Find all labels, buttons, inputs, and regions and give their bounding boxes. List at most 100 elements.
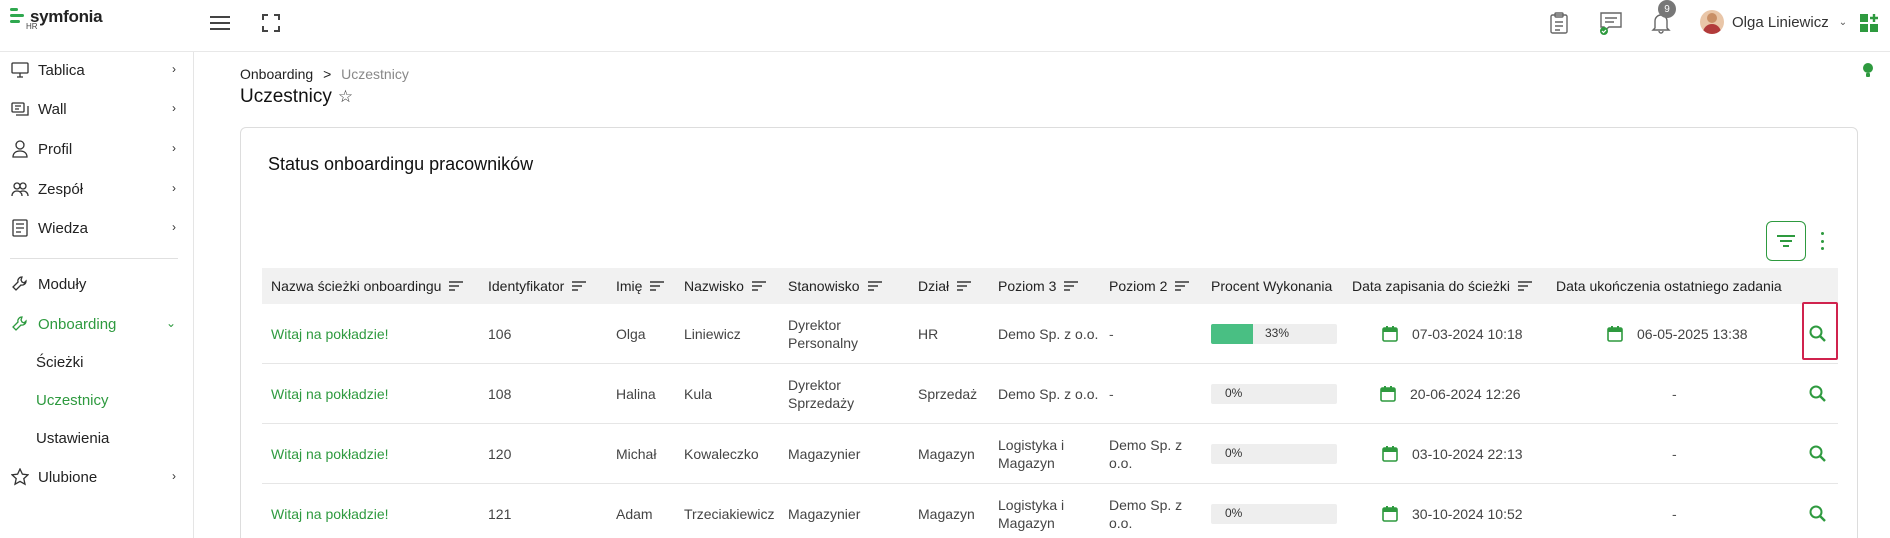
path-link[interactable]: Witaj na pokładzie! — [271, 304, 389, 364]
sidebar-item-zespol[interactable]: Zespół › — [10, 177, 180, 201]
sidebar-item-label: Zespół — [38, 180, 84, 198]
completed-date-cell: 06-05-2025 13:38 — [1607, 304, 1748, 364]
knowledge-icon — [10, 219, 30, 237]
first-name-cell: Michał — [616, 446, 657, 462]
sidebar-subitem-uczestnicy[interactable]: Uczestnicy — [36, 392, 109, 409]
progress-fill — [1211, 324, 1253, 344]
team-icon — [10, 180, 30, 198]
calendar-icon — [1382, 326, 1398, 342]
search-icon[interactable] — [1808, 444, 1828, 464]
enrolled-date-cell: 03-10-2024 22:13 — [1382, 424, 1523, 484]
highlight-box — [1802, 302, 1838, 360]
sidebar-item-profil[interactable]: Profil › — [10, 137, 180, 161]
breadcrumb-parent[interactable]: Onboarding — [240, 66, 313, 82]
dept-cell: Magazyn — [918, 446, 975, 462]
position-cell: Dyrektor Sprzedaży — [788, 377, 855, 411]
brand-name: symfonia — [30, 7, 103, 26]
chat-icon[interactable] — [1598, 10, 1624, 36]
level2-cell: Demo Sp. z o.o. — [1109, 437, 1183, 471]
monitor-icon — [10, 61, 30, 79]
wrench-icon — [10, 275, 30, 293]
id-cell: 120 — [488, 446, 512, 462]
chevron-right-icon: › — [172, 181, 176, 195]
sidebar-item-moduly[interactable]: Moduły — [10, 272, 180, 296]
breadcrumb: Onboarding > Uczestnicy — [240, 66, 409, 82]
card-title: Status onboardingu pracowników — [268, 154, 534, 174]
first-name-cell: Adam — [616, 506, 653, 522]
column-header[interactable]: Nazwisko — [684, 268, 766, 304]
logo-mark-icon — [10, 8, 26, 28]
column-header[interactable]: Imię — [616, 268, 665, 304]
sidebar-item-onboarding[interactable]: Onboarding ⌄ — [10, 312, 180, 336]
column-header[interactable]: Procent Wykonania — [1211, 268, 1332, 304]
sidebar-divider — [10, 258, 178, 259]
sidebar-subitem-sciezki[interactable]: Ścieżki — [36, 354, 84, 371]
search-icon[interactable] — [1808, 384, 1828, 404]
breadcrumb-current: Uczestnicy — [341, 66, 409, 82]
sidebar-item-wall[interactable]: Wall › — [10, 97, 180, 121]
profile-icon — [10, 140, 30, 158]
filter-button[interactable] — [1766, 221, 1806, 261]
sort-icon — [957, 281, 972, 291]
dept-cell: Sprzedaż — [918, 386, 978, 402]
completed-date-cell: - — [1672, 506, 1677, 522]
column-header[interactable]: Nazwa ścieżki onboardingu — [271, 268, 464, 304]
column-header[interactable]: Dział — [918, 268, 972, 304]
chevron-right-icon: › — [172, 101, 176, 115]
top-bar: symfonia HR 9 Olga Liniewicz ⌄ — [0, 0, 1890, 52]
page-title-text: Uczestnicy — [240, 86, 332, 107]
column-header[interactable]: Data zapisania do ścieżki — [1352, 268, 1532, 304]
notification-badge: 9 — [1658, 0, 1676, 18]
progress-bar: 0% — [1211, 384, 1337, 404]
sidebar-subitem-ustawienia[interactable]: Ustawienia — [36, 430, 109, 447]
search-icon[interactable] — [1808, 504, 1828, 524]
progress-bar: 0% — [1211, 444, 1337, 464]
column-header[interactable]: Poziom 3 — [998, 268, 1079, 304]
apps-icon[interactable] — [1856, 10, 1882, 36]
sidebar-item-ulubione[interactable]: Ulubione › — [10, 465, 180, 489]
chevron-down-icon: ⌄ — [165, 316, 176, 330]
lightbulb-icon[interactable] — [1862, 62, 1874, 78]
path-link[interactable]: Witaj na pokładzie! — [271, 484, 389, 538]
enrolled-date-cell: 30-10-2024 10:52 — [1382, 484, 1523, 538]
id-cell: 121 — [488, 506, 512, 522]
fullscreen-icon[interactable] — [258, 10, 284, 36]
chevron-down-icon: ⌄ — [1838, 16, 1848, 28]
calendar-icon — [1382, 506, 1398, 522]
sort-icon — [867, 281, 882, 291]
sidebar-item-label: Tablica — [38, 61, 85, 79]
avatar — [1700, 10, 1724, 34]
sort-icon — [1064, 281, 1079, 291]
table-header: Nazwa ścieżki onboardingu Identyfikator … — [262, 268, 1838, 304]
path-link[interactable]: Witaj na pokładzie! — [271, 364, 389, 424]
more-options-icon[interactable] — [1816, 230, 1828, 252]
table-row: Witaj na pokładzie! 108 Halina Kula Dyre… — [262, 364, 1838, 424]
first-name-cell: Olga — [616, 326, 646, 342]
level2-cell: Demo Sp. z o.o. — [1109, 497, 1183, 531]
path-link[interactable]: Witaj na pokładzie! — [271, 424, 389, 484]
column-header[interactable]: Poziom 2 — [1109, 268, 1190, 304]
menu-icon[interactable] — [207, 10, 233, 36]
sidebar: Tablica › Wall › Profil › Zespół › Wiedz… — [0, 52, 194, 538]
sidebar-item-wiedza[interactable]: Wiedza › — [10, 216, 180, 240]
sort-icon — [751, 281, 766, 291]
sort-icon — [650, 281, 665, 291]
column-header[interactable]: Data ukończenia ostatniego zadania — [1556, 268, 1782, 304]
column-header[interactable]: Stanowisko — [788, 268, 882, 304]
favorite-star-icon[interactable]: ☆ — [338, 87, 353, 107]
enrolled-date-cell: 07-03-2024 10:18 — [1382, 304, 1523, 364]
sidebar-item-label: Wall — [38, 100, 67, 118]
progress-label: 33% — [1265, 326, 1290, 340]
wrench-icon — [10, 315, 30, 333]
sidebar-item-label: Onboarding — [38, 315, 117, 333]
column-header[interactable]: Identyfikator — [488, 268, 587, 304]
brand-logo[interactable]: symfonia — [10, 7, 103, 28]
sidebar-item-label: Ulubione — [38, 468, 98, 486]
level3-cell: Logistyka i Magazyn — [998, 437, 1065, 471]
sidebar-item-tablica[interactable]: Tablica › — [10, 58, 180, 82]
position-cell: Magazynier — [788, 506, 861, 522]
user-menu[interactable]: Olga Liniewicz ⌄ — [1700, 8, 1847, 36]
progress-label: 0% — [1225, 386, 1243, 400]
position-cell: Magazynier — [788, 446, 861, 462]
clipboard-icon[interactable] — [1546, 10, 1572, 36]
